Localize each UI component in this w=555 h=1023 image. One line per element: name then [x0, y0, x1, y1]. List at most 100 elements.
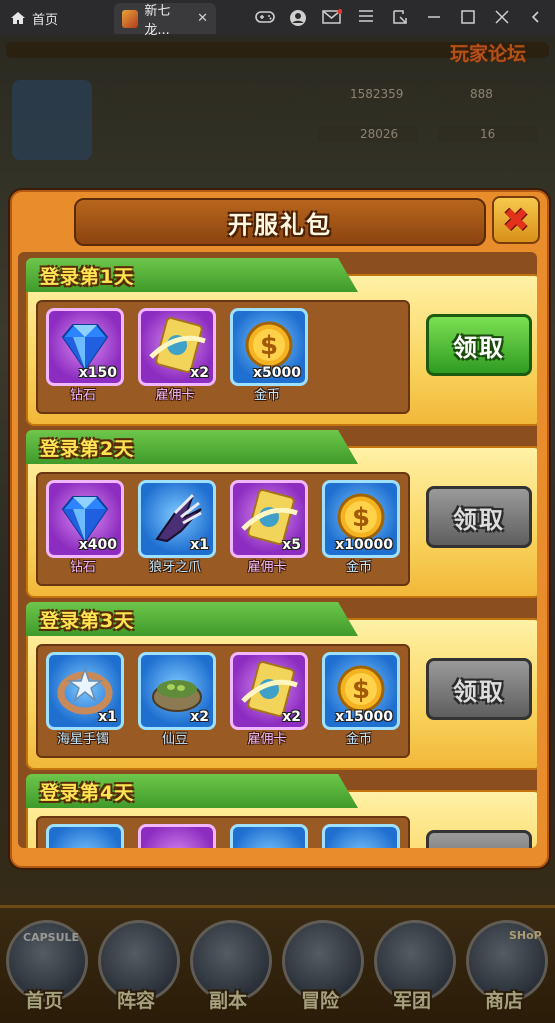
nav-label: 副本: [208, 990, 247, 1012]
dialog-title: 开服礼包: [228, 210, 332, 239]
item-count: x1: [190, 537, 209, 553]
item-frame: x2: [138, 308, 216, 386]
nav-label: 冒险: [300, 990, 339, 1012]
item-count: x150: [78, 365, 117, 381]
item-frame: [322, 824, 400, 848]
home-icon: [11, 12, 25, 24]
item-count: x1: [98, 709, 117, 725]
dialog-title-plate: 开服礼包: [74, 198, 486, 246]
maximize-icon[interactable]: [460, 9, 478, 25]
tab-game[interactable]: 新七龙... ✕: [114, 3, 216, 38]
item-frame: x2: [230, 652, 308, 730]
tab-home[interactable]: 首页: [10, 6, 58, 30]
item-name: 钻石: [69, 388, 96, 403]
day-label: 登录第4天: [40, 781, 135, 804]
nav-adventure[interactable]: 冒险: [276, 920, 364, 1016]
item-frame: x150: [46, 308, 124, 386]
reward-item[interactable]: $ x5000 金币: [228, 308, 308, 408]
item-name: 雇佣卡: [155, 388, 195, 403]
item-count: x10000: [335, 537, 393, 553]
close-button[interactable]: ✖: [492, 196, 540, 244]
forum-button[interactable]: 玩家论坛: [425, 36, 551, 68]
game-favicon-icon: [122, 9, 139, 28]
reward-item[interactable]: [320, 824, 400, 848]
reward-item[interactable]: x150 钻石: [44, 308, 124, 408]
reward-item[interactable]: x2 雇佣卡: [228, 652, 308, 752]
day-card-1: 登录第1天 x150 钻石 x2 雇佣卡 $ x5000 金币 领取: [26, 258, 537, 426]
day-ribbon: 登录第2天: [26, 430, 358, 464]
tab-game-label: 新七龙...: [144, 3, 171, 38]
gift-pack-dialog: 开服礼包 ✖ 登录第1天 x150 钻石 x2 雇佣卡 $ x5000 金币 领…: [10, 190, 549, 868]
stat-gold: 1582359: [350, 87, 404, 101]
nav-dungeon[interactable]: 副本: [184, 920, 272, 1016]
item-frame: x400: [46, 480, 124, 558]
item-frame: $ x10000: [322, 480, 400, 558]
mail-icon[interactable]: [322, 9, 342, 25]
nav-lineup[interactable]: 阵容: [92, 920, 180, 1016]
item-frame: x1: [138, 480, 216, 558]
stat-power: 28026: [360, 127, 399, 141]
shop-text: SHoP: [509, 929, 542, 942]
item-count: x400: [78, 537, 117, 553]
day-label: 登录第3天: [40, 609, 135, 632]
reward-item[interactable]: x2 雇佣卡: [136, 308, 216, 408]
reward-item[interactable]: x1 狼牙之爪: [136, 480, 216, 580]
item-frame: [138, 824, 216, 848]
claim-button[interactable]: 领取: [426, 658, 532, 720]
item-frame: [46, 824, 124, 848]
item-count: x2: [282, 709, 301, 725]
capsule-text: CAPSULE: [23, 931, 80, 944]
reward-item[interactable]: x400 钻石: [44, 480, 124, 580]
day-list[interactable]: 登录第1天 x150 钻石 x2 雇佣卡 $ x5000 金币 领取 登录第2天…: [18, 252, 537, 848]
close-icon: ✖: [502, 201, 530, 239]
reward-panel: [36, 816, 410, 848]
claim-button[interactable]: [426, 830, 532, 848]
svg-text:$: $: [352, 503, 370, 533]
item-name: 金币: [345, 732, 372, 747]
reward-item[interactable]: x2 仙豆: [136, 652, 216, 752]
reward-item[interactable]: [44, 824, 124, 848]
reward-item[interactable]: x1 海星手镯: [44, 652, 124, 752]
reward-item[interactable]: $ x15000 金币: [320, 652, 400, 752]
collapse-panel-icon[interactable]: [528, 9, 546, 25]
claim-button[interactable]: 领取: [426, 314, 532, 376]
reward-item[interactable]: [136, 824, 216, 848]
item-count: x2: [190, 709, 209, 725]
item-name: 狼牙之爪: [148, 560, 201, 575]
nav-home[interactable]: CAPSULE 首页: [0, 920, 88, 1016]
item-name: 金币: [253, 388, 280, 403]
item-count: x5000: [253, 365, 301, 381]
svg-text:$: $: [260, 331, 278, 361]
stat-diamond: 888: [470, 87, 493, 101]
item-name: 海星手镯: [56, 732, 109, 747]
gamepad-icon[interactable]: [255, 9, 275, 25]
item-frame: $ x5000: [230, 308, 308, 386]
reward-item[interactable]: x5 雇佣卡: [228, 480, 308, 580]
stat-bar: [108, 86, 298, 102]
menu-icon[interactable]: [358, 9, 376, 23]
account-icon[interactable]: [289, 9, 307, 27]
nav-label: 商店: [484, 990, 523, 1012]
reward-item[interactable]: [228, 824, 308, 848]
stat-level: 16: [480, 127, 496, 141]
item-frame: x1: [46, 652, 124, 730]
day-card-2: 登录第2天 x400 钻石 x1 狼牙之爪 x5 雇佣卡 $ x10000 金币…: [26, 430, 537, 598]
close-window-icon[interactable]: [494, 9, 512, 25]
item-count: x5: [282, 537, 301, 553]
pin-icon[interactable]: [392, 9, 410, 25]
day-ribbon: 登录第4天: [26, 774, 358, 808]
day-ribbon: 登录第3天: [26, 602, 358, 636]
item-frame: [230, 824, 308, 848]
reward-item[interactable]: $ x10000 金币: [320, 480, 400, 580]
day-ribbon: 登录第1天: [26, 258, 358, 292]
minimize-icon[interactable]: [426, 9, 444, 25]
claim-button[interactable]: 领取: [426, 486, 532, 548]
item-name: 雇佣卡: [247, 732, 287, 747]
nav-shop[interactable]: SHoP 商店: [460, 920, 548, 1016]
nav-legion[interactable]: 军团: [368, 920, 456, 1016]
item-count: x15000: [335, 709, 393, 725]
item-frame: x5: [230, 480, 308, 558]
reward-panel: x150 钻石 x2 雇佣卡 $ x5000 金币: [36, 300, 410, 414]
tab-close-icon[interactable]: ✕: [197, 11, 208, 26]
item-name: 金币: [345, 560, 372, 575]
